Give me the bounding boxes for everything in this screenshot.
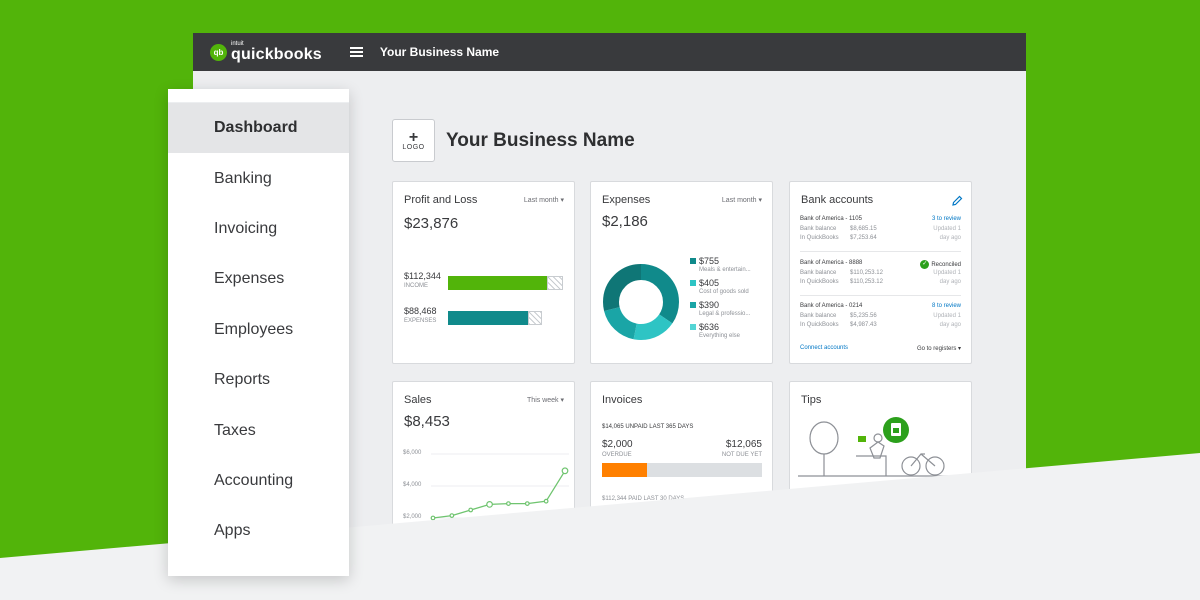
brand[interactable]: intuit quickbooks: [231, 41, 322, 63]
bank-balance-label: Bank balance: [800, 226, 837, 232]
bank-balance-label: Bank balance: [800, 313, 837, 319]
go-to-registers-dropdown[interactable]: Go to registers ▾: [917, 345, 961, 352]
add-logo-button[interactable]: + LOGO: [392, 119, 435, 162]
qb-balance: $110,253.12: [850, 279, 883, 285]
card-title: Tips: [801, 394, 822, 406]
bank-balance: $8,685.15: [850, 226, 877, 232]
income-value: $112,344: [404, 271, 441, 281]
qb-balance-label: In QuickBooks: [800, 322, 839, 328]
expenses-hatch: [528, 311, 542, 325]
menu-icon[interactable]: [349, 47, 363, 57]
profit-loss-card: Profit and Loss Last month ▾ $23,876 $11…: [392, 181, 575, 364]
sales-point[interactable]: [543, 498, 549, 504]
page-title: Your Business Name: [446, 129, 635, 151]
company-name: Your Business Name: [379, 45, 500, 59]
overdue-amount: $2,000: [602, 439, 633, 450]
expenses-amount: $2,186: [602, 213, 648, 230]
sales-point[interactable]: [449, 513, 455, 519]
sidebar-item-employees[interactable]: Employees: [168, 305, 349, 355]
bank-account-name: Bank of America - 0214: [800, 303, 863, 309]
legend-item: $390: [690, 300, 719, 310]
sales-point[interactable]: [486, 500, 493, 508]
sidebar: Dashboard Banking Invoicing Expenses Emp…: [168, 89, 349, 576]
sales-point[interactable]: [506, 501, 511, 506]
qb-balance: $7,253.64: [850, 235, 877, 241]
updated-text: Updated 1: [933, 270, 961, 276]
sales-point[interactable]: [430, 515, 436, 521]
sidebar-item-invoicing[interactable]: Invoicing: [168, 204, 349, 254]
legend-label: Legal & professio...: [699, 311, 751, 317]
legend-item: $755: [690, 256, 719, 266]
review-link[interactable]: 8 to review: [932, 303, 961, 309]
business-header: + LOGO Your Business Name: [392, 119, 635, 162]
income-label: INCOME: [404, 283, 428, 289]
not-due-amount: $12,065: [725, 439, 762, 450]
net-income-amount: $23,876: [404, 215, 459, 232]
expenses-donut-chart[interactable]: [599, 260, 683, 344]
top-bar: qb intuit quickbooks Your Business Name: [193, 33, 1026, 71]
qb-balance-label: In QuickBooks: [800, 279, 839, 285]
legend-label: Everything else: [699, 333, 741, 339]
qb-balance-label: In QuickBooks: [800, 235, 839, 241]
bank-balance: $110,253.12: [850, 270, 883, 276]
card-title: Profit and Loss: [404, 194, 478, 206]
sales-point[interactable]: [468, 507, 474, 513]
plus-icon: +: [408, 128, 419, 146]
bank-balance-label: Bank balance: [800, 270, 837, 276]
updated-text: day ago: [939, 279, 961, 285]
bank-account-name: Bank of America - 8888: [800, 260, 863, 266]
card-title: Bank accounts: [801, 194, 874, 206]
period-dropdown[interactable]: Last month ▾: [524, 196, 564, 204]
expenses-value: $88,468: [404, 306, 437, 316]
brand-quickbooks: quickbooks: [231, 46, 322, 63]
sidebar-item-reports[interactable]: Reports: [168, 355, 349, 405]
updated-text: day ago: [939, 235, 961, 241]
bank-balance: $5,235.56: [850, 313, 877, 319]
check-icon: ✓: [920, 260, 930, 269]
divider: [800, 251, 961, 252]
bank-account-name: Bank of America - 1105: [800, 216, 862, 222]
pencil-icon[interactable]: [951, 195, 963, 207]
bank-account-row[interactable]: Bank of America - 8888 ✓ Reconciled Bank …: [800, 260, 961, 290]
sidebar-top-strip: [168, 89, 349, 103]
expenses-bar[interactable]: [448, 311, 528, 325]
expenses-label: EXPENSES: [404, 318, 437, 324]
sidebar-item-expenses[interactable]: Expenses: [168, 254, 349, 304]
income-bar[interactable]: [448, 276, 547, 290]
legend-item: $405: [690, 278, 719, 288]
bank-account-row[interactable]: Bank of America - 1105 3 to review Bank …: [800, 216, 961, 246]
review-link[interactable]: 3 to review: [932, 216, 961, 222]
overdue-bar-fill[interactable]: [602, 463, 647, 477]
updated-text: Updated 1: [933, 313, 961, 319]
bank-accounts-card: Bank accounts Bank of America - 1105 3 t…: [789, 181, 972, 364]
sidebar-item-accounting[interactable]: Accounting: [168, 456, 349, 506]
card-title: Invoices: [602, 394, 643, 406]
overdue-label: OVERDUE: [602, 452, 632, 458]
income-hatch: [547, 276, 563, 290]
sidebar-item-taxes[interactable]: Taxes: [168, 405, 349, 455]
sidebar-item-dashboard[interactable]: Dashboard: [168, 103, 349, 154]
logo-label: LOGO: [402, 143, 425, 151]
bank-account-row[interactable]: Bank of America - 0214 8 to review Bank …: [800, 303, 961, 333]
not-due-label: NOT DUE YET: [721, 452, 762, 458]
unpaid-bar[interactable]: [602, 463, 762, 477]
updated-text: Updated 1: [933, 226, 961, 232]
reconciled-status: ✓ Reconciled: [920, 260, 961, 269]
sidebar-item-banking[interactable]: Banking: [168, 153, 349, 203]
quickbooks-logo-icon[interactable]: qb: [210, 43, 227, 61]
unpaid-summary: $14,065 UNPAID LAST 365 DAYS: [602, 424, 694, 430]
sales-point[interactable]: [561, 467, 569, 475]
period-dropdown[interactable]: Last month ▾: [722, 196, 762, 204]
sales-point[interactable]: [524, 501, 530, 506]
connect-accounts-link[interactable]: Connect accounts: [800, 345, 848, 351]
divider: [800, 295, 961, 296]
card-title: Expenses: [602, 194, 651, 206]
legend-label: Cost of goods sold: [699, 289, 749, 295]
qb-balance: $4,987.43: [850, 322, 877, 328]
legend-item: $636: [690, 322, 719, 332]
updated-text: day ago: [939, 322, 961, 328]
sidebar-item-apps[interactable]: Apps: [168, 506, 349, 556]
legend-label: Meals & entertain...: [699, 267, 751, 273]
expenses-card: Expenses Last month ▾ $2,186 $755 Meals …: [590, 181, 773, 364]
